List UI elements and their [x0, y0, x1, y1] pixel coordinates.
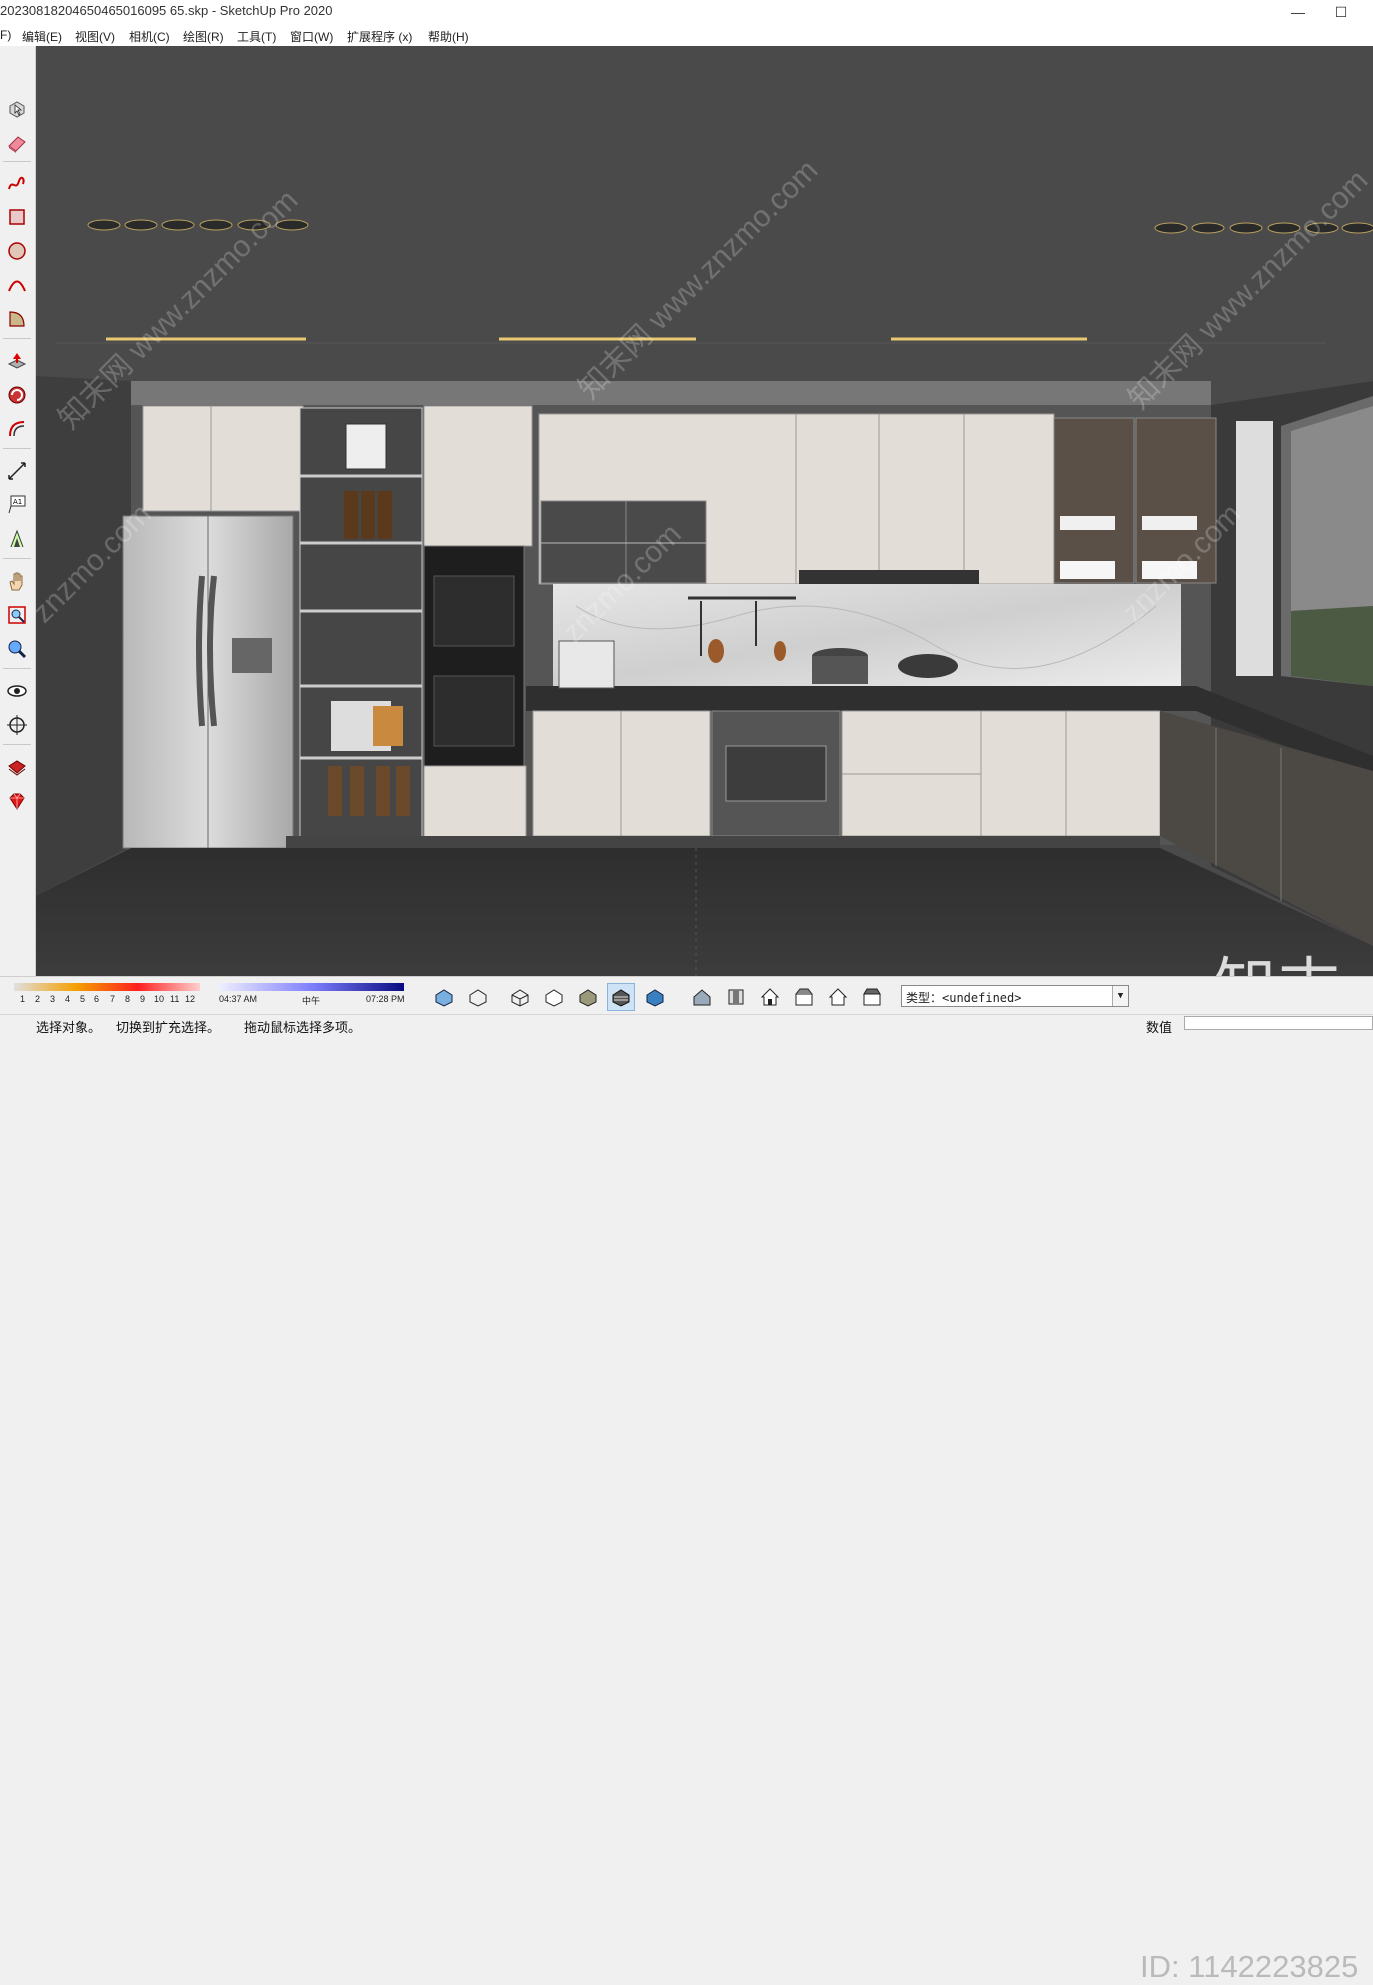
- back-view-button[interactable]: [824, 983, 852, 1011]
- menu-window[interactable]: 窗口(W): [290, 28, 333, 45]
- status-hint-drag: 拖动鼠标选择多项。: [244, 1020, 362, 1035]
- rectangle-icon[interactable]: [4, 204, 30, 230]
- model-viewport[interactable]: 知末网 www.znzmo.com 知末网 www.znzmo.com 知末网 …: [36, 46, 1373, 976]
- menu-tools[interactable]: 工具(T): [237, 28, 276, 45]
- push-pull-icon[interactable]: [4, 348, 30, 374]
- left-view-button[interactable]: [858, 983, 886, 1011]
- text-icon[interactable]: A1: [4, 492, 30, 518]
- shadow-month-slider[interactable]: [14, 983, 200, 991]
- xray-style-button[interactable]: [430, 983, 458, 1011]
- monochrome-button[interactable]: [641, 983, 669, 1011]
- zoom-icon[interactable]: [4, 636, 30, 662]
- menu-edit[interactable]: 编辑(E): [22, 28, 62, 45]
- shaded-button[interactable]: [574, 983, 602, 1011]
- measurement-label: 数值: [1146, 1020, 1173, 1035]
- brand-watermark: 知末: [1214, 936, 1342, 976]
- window-title: 20230818204650465016095 65.skp - SketchU…: [0, 3, 333, 18]
- status-bar: 选择对象。 切换到扩充选择。 拖动鼠标选择多项。 数值: [0, 1014, 1373, 1035]
- select-icon[interactable]: [4, 96, 30, 122]
- freehand-icon[interactable]: [4, 170, 30, 196]
- shaded-textures-icon: [612, 989, 630, 1007]
- shaded-textures-button[interactable]: [607, 983, 635, 1011]
- extension-ruby-icon[interactable]: [4, 754, 30, 780]
- back-edges-icon: [469, 989, 487, 1007]
- menu-file[interactable]: F): [0, 28, 11, 42]
- menu-camera[interactable]: 相机(C): [129, 28, 170, 45]
- menu-bar: F) 编辑(E) 视图(V) 相机(C) 绘图(R) 工具(T) 窗口(W) 扩…: [0, 24, 1373, 46]
- svg-text:A1: A1: [13, 498, 22, 506]
- front-view-button[interactable]: [756, 983, 784, 1011]
- iso-house-icon: [693, 989, 711, 1006]
- rotate-icon[interactable]: [4, 382, 30, 408]
- shaded-icon: [579, 989, 597, 1007]
- wireframe-button[interactable]: [506, 983, 534, 1011]
- extension-warehouse-icon[interactable]: [4, 788, 30, 814]
- status-hint-select: 选择对象。: [36, 1020, 102, 1035]
- wireframe-icon: [511, 989, 529, 1007]
- menu-draw[interactable]: 绘图(R): [183, 28, 224, 45]
- status-hint-extend: 切换到扩充选择。: [116, 1020, 221, 1035]
- top-view-icon: [728, 989, 744, 1005]
- left-toolbar: A1: [0, 46, 36, 976]
- arc-icon[interactable]: [4, 272, 30, 298]
- look-around-icon[interactable]: [4, 678, 30, 704]
- right-view-button[interactable]: [790, 983, 818, 1011]
- position-camera-icon[interactable]: [4, 712, 30, 738]
- left-view-icon: [863, 988, 881, 1006]
- style-type-select[interactable]: 类型：<undefined> ▼: [901, 985, 1129, 1007]
- xray-icon: [435, 989, 453, 1007]
- right-view-icon: [795, 988, 813, 1006]
- zoom-window-icon[interactable]: [4, 602, 30, 628]
- title-bar: 20230818204650465016095 65.skp - SketchU…: [0, 0, 1373, 24]
- front-view-icon: [760, 988, 780, 1006]
- eraser-icon[interactable]: [4, 130, 30, 156]
- back-view-icon: [828, 988, 848, 1006]
- protractor-icon[interactable]: [4, 526, 30, 552]
- dimension-icon[interactable]: [4, 458, 30, 484]
- monochrome-icon: [646, 989, 664, 1007]
- minimize-button[interactable]: —: [1275, 0, 1321, 24]
- menu-view[interactable]: 视图(V): [75, 28, 115, 45]
- bottom-toolbar: 1 2 3 4 5 6 7 8 9 10 11 12 04:37 AM 中午 0…: [0, 976, 1373, 1984]
- kitchen-scene: [36, 46, 1373, 976]
- top-view-button[interactable]: [722, 983, 750, 1011]
- maximize-button[interactable]: ☐: [1318, 0, 1364, 24]
- circle-icon[interactable]: [4, 238, 30, 264]
- measurement-input[interactable]: [1184, 1016, 1373, 1030]
- offset-icon[interactable]: [4, 416, 30, 442]
- menu-help[interactable]: 帮助(H): [428, 28, 469, 45]
- pan-icon[interactable]: [4, 568, 30, 594]
- shadow-time-slider[interactable]: [218, 983, 404, 991]
- chevron-down-icon[interactable]: ▼: [1112, 986, 1128, 1006]
- hidden-line-button[interactable]: [540, 983, 568, 1011]
- hidden-line-icon: [545, 989, 563, 1007]
- back-edges-button[interactable]: [464, 983, 492, 1011]
- menu-extensions[interactable]: 扩展程序 (x): [347, 28, 412, 45]
- pie-icon[interactable]: [4, 306, 30, 332]
- style-type-value: 类型：<undefined>: [906, 991, 1022, 1005]
- id-watermark: ID: 1142223825: [1140, 1949, 1359, 1984]
- iso-view-button[interactable]: [688, 983, 716, 1011]
